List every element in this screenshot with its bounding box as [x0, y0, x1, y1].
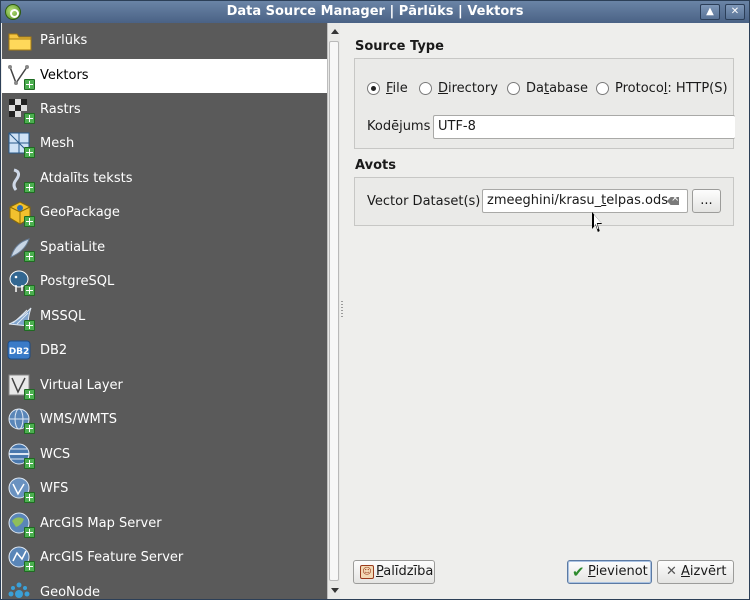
- window-title: Data Source Manager | Pārlūks | Vektors: [226, 4, 524, 19]
- radio-label: Database: [526, 81, 589, 96]
- svg-text:DB2: DB2: [9, 347, 30, 357]
- help-button[interactable]: ☺ Palīdzība: [353, 560, 435, 584]
- source-type-group: File Directory Database Protocol: HTTP(S…: [354, 58, 735, 149]
- encoding-label: Kodējums: [367, 119, 431, 134]
- mesh-layer-icon: [7, 131, 35, 158]
- encoding-combobox[interactable]: UTF-8: [433, 115, 735, 139]
- help-button-label: Palīdzība: [376, 564, 434, 579]
- vector-dataset-input[interactable]: zmeeghini/krasu_telpas.ods: [482, 189, 688, 213]
- postgresql-icon: [7, 269, 35, 296]
- geopackage-icon: [7, 200, 35, 227]
- wcs-globe-icon: [7, 442, 35, 469]
- help-icon: ☺: [360, 565, 374, 579]
- sidebar-item-label: GeoNode: [40, 585, 100, 599]
- sidebar-item-db2[interactable]: DB2 DB2: [2, 334, 327, 368]
- sidebar-item-label: SpatiaLite: [40, 240, 106, 255]
- virtual-layer-icon: [7, 373, 35, 400]
- sidebar-item-postgresql[interactable]: PostgreSQL: [2, 265, 327, 299]
- sidebar-item-mssql[interactable]: MSSQL: [2, 300, 327, 334]
- radio-indicator: [507, 82, 520, 95]
- radio-indicator: [596, 82, 609, 95]
- mssql-icon: [7, 304, 35, 331]
- sidebar-item-mesh[interactable]: Mesh: [2, 127, 327, 161]
- maximize-button[interactable]: ▲: [700, 4, 720, 20]
- arcgis-feature-server-icon: [7, 545, 35, 572]
- sidebar-item-label: Vektors: [40, 68, 89, 83]
- sidebar-item-label: WMS/WMTS: [40, 412, 117, 427]
- sidebar-item-label: Rastrs: [40, 102, 81, 117]
- sidebar-item-arcgis-feature-server[interactable]: ArcGIS Feature Server: [2, 541, 327, 575]
- checkmark-icon: ✔: [572, 563, 585, 581]
- add-button-label: Pievienot: [588, 564, 648, 579]
- close-window-button[interactable]: ✕: [725, 4, 745, 20]
- close-icon: ✕: [666, 564, 677, 579]
- data-source-manager-window: Data Source Manager | Pārlūks | Vektors …: [0, 0, 750, 600]
- close-button[interactable]: ✕ Aizvērt: [657, 560, 734, 584]
- splitter-handle[interactable]: [341, 301, 343, 319]
- sidebar-item-label: ArcGIS Feature Server: [40, 550, 184, 565]
- sidebar-item-label: PostgreSQL: [40, 274, 115, 289]
- wms-globe-icon: [7, 407, 35, 434]
- close-button-label: Aizvērt: [681, 564, 727, 579]
- vector-layer-icon: [7, 63, 35, 90]
- sidebar-item-label: Mesh: [40, 136, 75, 151]
- sidebar-item-label: MSSQL: [40, 309, 86, 324]
- db2-icon: DB2: [7, 338, 33, 364]
- radio-indicator: [367, 82, 380, 95]
- sidebar-item-label: ArcGIS Map Server: [40, 516, 162, 531]
- vector-dataset-label: Vector Dataset(s): [367, 194, 481, 209]
- spatialite-icon: [7, 235, 35, 262]
- scroll-down-arrow-icon[interactable]: [331, 588, 339, 593]
- sidebar-item-wfs[interactable]: WFS: [2, 472, 327, 506]
- sidebar-item-label: GeoPackage: [40, 205, 120, 220]
- source-title: Avots: [355, 158, 396, 173]
- radio-label: Directory: [438, 81, 498, 96]
- radio-label: File: [386, 81, 408, 96]
- sidebar-item-label: DB2: [40, 343, 68, 358]
- sidebar-item-label: Virtual Layer: [40, 378, 123, 393]
- add-button[interactable]: ✔ Pievienot: [567, 560, 652, 584]
- sidebar-item-label: WCS: [40, 447, 71, 462]
- sidebar-item-geonode[interactable]: GeoNode: [2, 576, 327, 599]
- arcgis-map-server-icon: [7, 511, 35, 538]
- sidebar-item-wms-wmts[interactable]: WMS/WMTS: [2, 403, 327, 437]
- sidebar-item-atdalits-teksts[interactable]: Atdalīts teksts: [2, 162, 327, 196]
- sidebar-item-parluks[interactable]: Pārlūks: [2, 24, 327, 58]
- source-group: Vector Dataset(s) zmeeghini/krasu_telpas…: [354, 177, 734, 226]
- sidebar-item-virtual-layer[interactable]: Virtual Layer: [2, 369, 327, 403]
- geonode-icon: [7, 580, 33, 599]
- radio-label: Protocol: HTTP(S): [615, 81, 728, 96]
- folder-icon: [8, 33, 32, 51]
- browse-button[interactable]: ...: [692, 189, 721, 213]
- title-bar: Data Source Manager | Pārlūks | Vektors …: [1, 1, 749, 23]
- delimited-text-icon: [7, 166, 35, 193]
- raster-layer-icon: [7, 97, 35, 124]
- sidebar-item-label: Atdalīts teksts: [40, 171, 133, 186]
- scrollbar-thumb[interactable]: [329, 41, 339, 581]
- sidebar-item-geopackage[interactable]: GeoPackage: [2, 196, 327, 230]
- sidebar-item-spatialite[interactable]: SpatiaLite: [2, 231, 327, 265]
- radio-indicator: [419, 82, 432, 95]
- source-type-title: Source Type: [355, 39, 444, 54]
- scroll-up-arrow-icon[interactable]: [331, 29, 339, 34]
- sidebar-item-label: WFS: [40, 481, 69, 496]
- wfs-globe-icon: [7, 476, 35, 503]
- sidebar-scrollbar[interactable]: [327, 23, 340, 599]
- sidebar-item-arcgis-map-server[interactable]: ArcGIS Map Server: [2, 507, 327, 541]
- sidebar: Pārlūks Vektors Rastrs Mesh Atdalīts tek…: [2, 23, 327, 599]
- sidebar-item-vektors[interactable]: Vektors: [2, 59, 327, 93]
- sidebar-item-wcs[interactable]: WCS: [2, 438, 327, 472]
- sidebar-item-label: Pārlūks: [40, 33, 88, 48]
- sidebar-item-rastrs[interactable]: Rastrs: [2, 93, 327, 127]
